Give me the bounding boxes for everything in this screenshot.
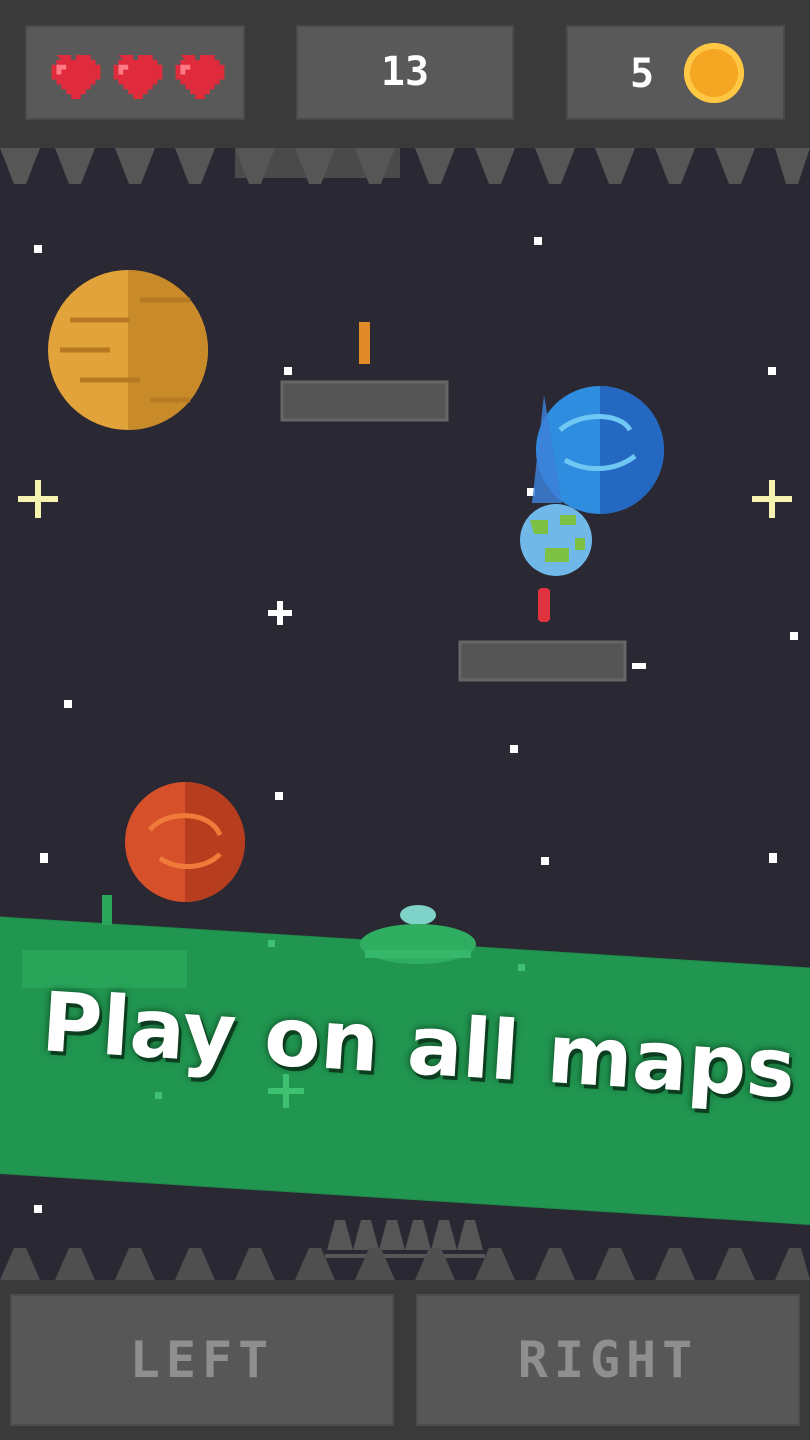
platform [458,640,627,682]
score-value: 13 [380,49,430,95]
powerup-bar [359,322,370,364]
right-button[interactable]: RIGHT [416,1294,800,1426]
lives-panel [25,25,245,120]
controls-bar: LEFT RIGHT [0,1280,810,1440]
ball-icon [520,504,592,576]
platform [280,380,449,422]
left-button[interactable]: LEFT [10,1294,394,1426]
bottom-spikes [0,1220,810,1280]
heart-icon [175,55,225,99]
coins-panel: 5 [566,25,785,120]
coin-count: 5 [630,51,655,97]
powerup-bar [538,588,550,622]
heart-icon [51,55,101,99]
score-panel: 13 [296,25,514,120]
ufo-icon [360,905,476,964]
heart-icon [113,55,163,99]
hud-bar: 13 5 [0,0,810,148]
planet-icon [48,270,208,430]
coin-icon [684,43,744,103]
